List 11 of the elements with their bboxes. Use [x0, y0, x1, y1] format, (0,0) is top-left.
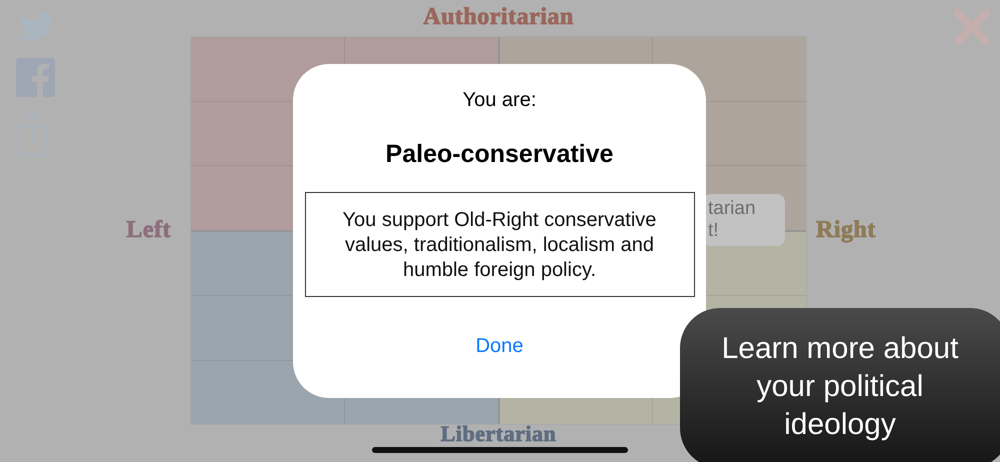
dialog-heading: You are: [462, 89, 536, 112]
tip-bubble[interactable]: Learn more about your political ideology [680, 308, 1000, 462]
top-axis-label: Authoritarian [423, 4, 574, 31]
tip-text: Learn more about your political ideology [720, 331, 960, 443]
done-button[interactable]: Done [466, 331, 534, 362]
left-axis-label: Left [126, 217, 171, 244]
ideology-title: Paleo-conservative [386, 140, 614, 169]
hidden-callout: tarian t! [703, 194, 785, 246]
ideology-description: You support Old-Right conservative values, traditionalism, localism and humble foreign policy. [304, 192, 694, 297]
bottom-axis-label: Libertarian [440, 422, 556, 446]
right-axis-label: Right [816, 217, 876, 244]
